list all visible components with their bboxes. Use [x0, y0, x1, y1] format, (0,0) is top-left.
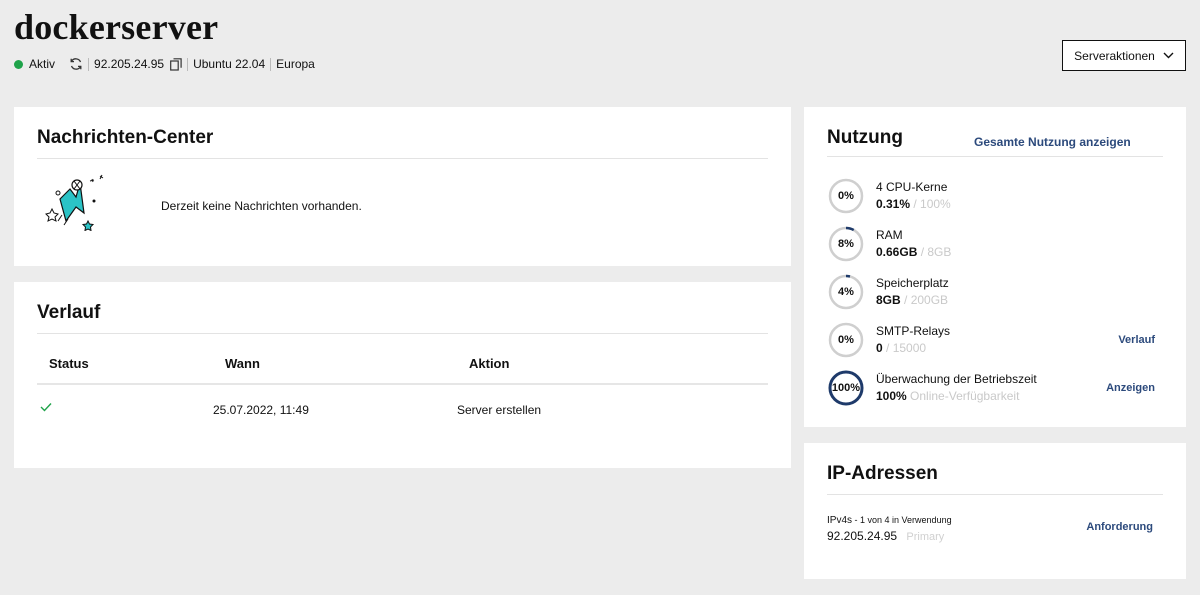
usage-name: SMTP-Relays — [876, 324, 951, 338]
ip-usage-line: IPv4s - 1 von 4 in Verwendung — [827, 515, 952, 526]
usage-value-line: 0.31% / 100% — [876, 197, 951, 211]
usage-row: 8% RAM 0.66GB / 8GB — [827, 225, 1163, 265]
usage-percent: 0% — [838, 190, 854, 202]
usage-row: 100% Überwachung der Betriebszeit 100% Onl… — [827, 369, 1163, 409]
status-text: Aktiv — [29, 57, 56, 71]
usage-value: 100% — [876, 389, 907, 403]
ip-address: 92.205.24.95 — [827, 529, 898, 543]
usage-percent: 100% — [831, 382, 861, 394]
ip-type-label: IPv4s — [827, 515, 853, 526]
history-header-action: Aktion — [469, 356, 510, 371]
chevron-down-icon — [1163, 52, 1174, 59]
usage-percent: 8% — [838, 238, 854, 250]
ip-addresses-title: IP-Adressen — [827, 463, 938, 484]
usage-value-line: 100% Online-Verfügbarkeit — [876, 389, 1019, 403]
usage-row: 4% Speicherplatz 8GB / 200GB — [827, 273, 1163, 313]
usage-value-line: 0 / 15000 — [876, 341, 926, 355]
empty-messages-illustration-icon — [44, 171, 112, 236]
usage-max: Online-Verfügbarkeit — [906, 389, 1020, 403]
history-header-status: Status — [49, 356, 89, 371]
usage-card: Nutzung Gesamte Nutzung anzeigen 0% 4 CPU… — [804, 107, 1186, 427]
usage-value: 0.31% — [876, 197, 911, 211]
usage-row: 0% SMTP-Relays 0 / 15000 Verlauf — [827, 321, 1163, 361]
server-region: Europa — [276, 57, 315, 71]
server-actions-label: Serveraktionen — [1074, 48, 1155, 63]
server-os: Ubuntu 22.04 — [193, 57, 266, 71]
messages-card: Nachrichten-Center Derzeit keine Nachric… — [14, 107, 791, 266]
ip-tag: Primary — [906, 531, 945, 543]
checkmark-icon — [40, 403, 52, 412]
usage-max: / 8GB — [917, 245, 952, 259]
usage-max: / 15000 — [882, 341, 927, 355]
ip-address-line: 92.205.24.95 Primary — [827, 529, 944, 543]
usage-percent: 4% — [838, 286, 854, 298]
server-ip: 92.205.24.95 — [94, 57, 165, 71]
usage-row: 0% 4 CPU-Kerne 0.31% / 100% — [827, 177, 1163, 217]
empty-messages-text: Derzeit keine Nachrichten vorhanden. — [161, 199, 362, 213]
ip-addresses-card: IP-Adressen IPv4s - 1 von 4 in Verwendun… — [804, 443, 1186, 579]
history-action: Server erstellen — [457, 403, 542, 417]
history-header-when: Wann — [225, 356, 260, 371]
usage-name: Speicherplatz — [876, 276, 949, 290]
history-card: Verlauf Status Wann Aktion 25.07.2022, 1… — [14, 282, 791, 468]
server-actions-button[interactable]: Serveraktionen — [1062, 40, 1186, 71]
history-title: Verlauf — [37, 302, 101, 323]
history-when: 25.07.2022, 11:49 — [213, 403, 309, 417]
usage-value: 8GB — [876, 293, 901, 307]
usage-link[interactable]: Anzeigen — [1106, 382, 1155, 394]
usage-max: / 200GB — [900, 293, 949, 307]
show-total-usage-link[interactable]: Gesamte Nutzung anzeigen — [974, 135, 1131, 149]
usage-name: Überwachung der Betriebszeit — [876, 372, 1037, 386]
usage-name: RAM — [876, 228, 903, 242]
usage-title: Nutzung — [827, 127, 903, 148]
server-meta: Aktiv 92.205.24.95 Ubuntu 22.04 Europa — [14, 56, 315, 72]
usage-percent: 0% — [838, 334, 854, 346]
usage-name: 4 CPU-Kerne — [876, 180, 948, 194]
status-indicator — [14, 59, 23, 69]
usage-value: 0.66GB — [876, 245, 918, 259]
request-ip-link[interactable]: Anforderung — [1086, 521, 1153, 533]
messages-title: Nachrichten-Center — [37, 127, 214, 148]
copy-icon[interactable] — [170, 57, 182, 71]
usage-value-line: 0.66GB / 8GB — [876, 245, 951, 259]
usage-value-line: 8GB / 200GB — [876, 293, 948, 307]
usage-value: 0 — [876, 341, 883, 355]
usage-link[interactable]: Verlauf — [1118, 334, 1155, 346]
refresh-icon[interactable] — [69, 57, 83, 71]
usage-max: / 100% — [910, 197, 951, 211]
ip-usage-text: - 1 von 4 in Verwendung — [852, 515, 952, 525]
page-title: dockerserver — [14, 7, 219, 47]
